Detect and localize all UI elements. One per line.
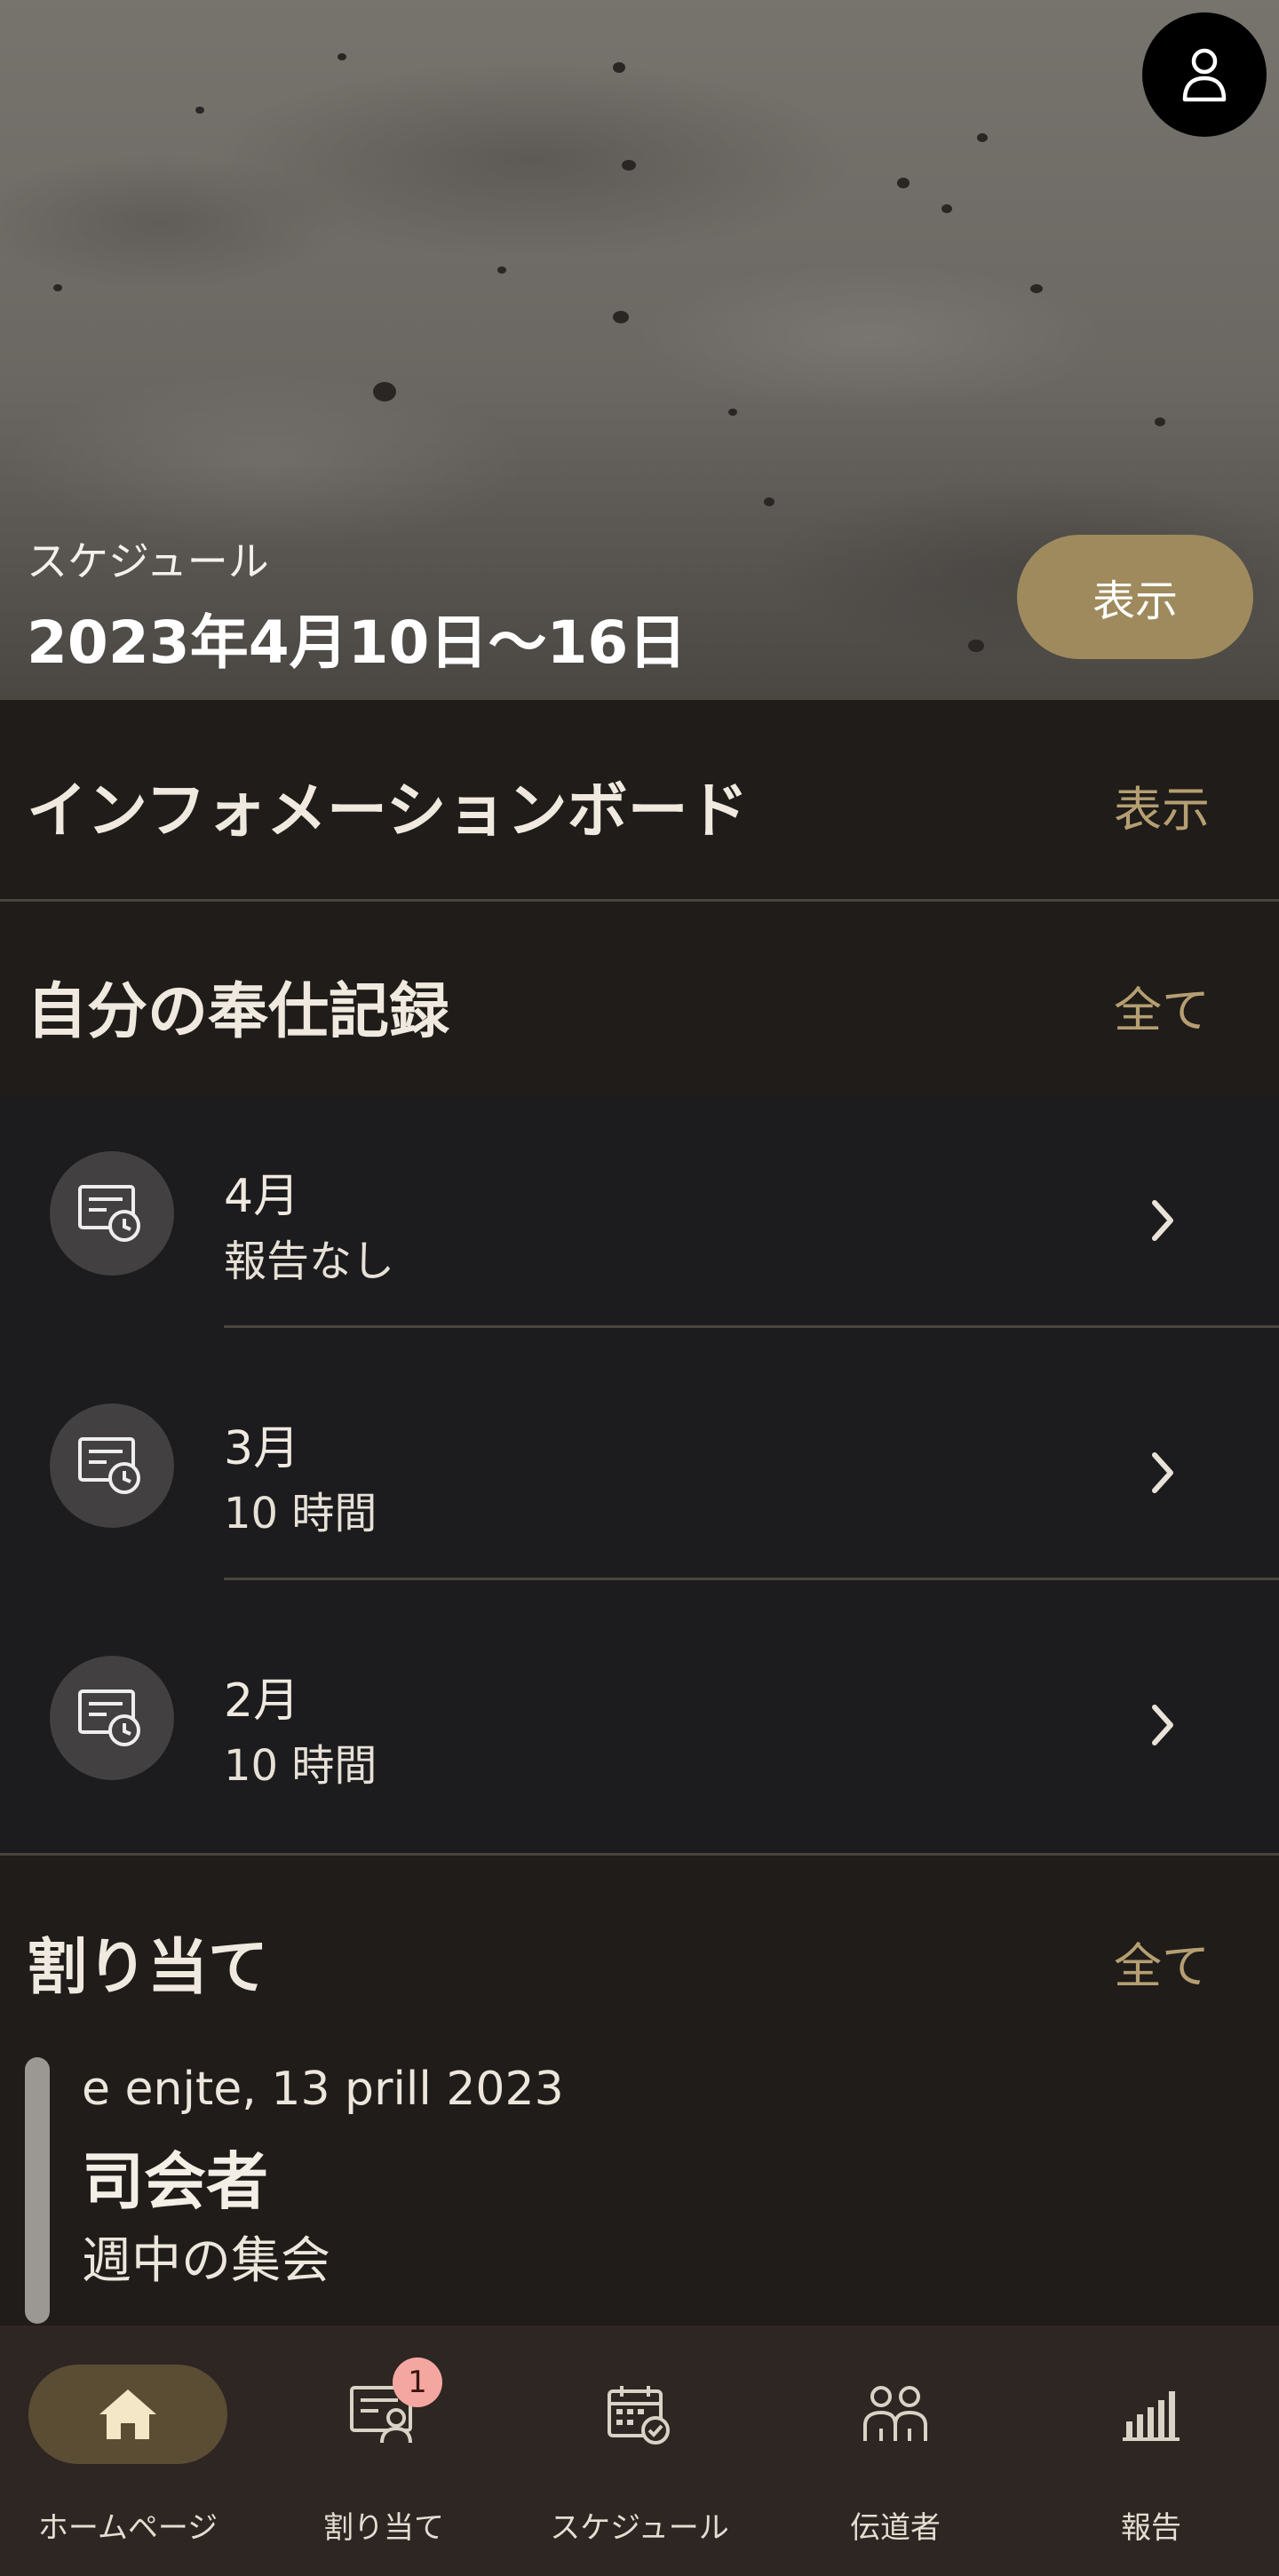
people-icon xyxy=(863,2386,927,2441)
schedule-date-range: 2023年4月10日〜16日 xyxy=(27,608,687,677)
record-status: 報告なし xyxy=(224,1236,395,1286)
assignment-indicator-bar xyxy=(25,2057,50,2324)
chevron-right-icon xyxy=(1152,1705,1173,1745)
info-board-section: インフォメーションボード 表示 xyxy=(0,744,1279,865)
service-records-title: 自分の奉仕記録 xyxy=(27,976,450,1047)
service-record-item-february[interactable]: 2月 10 時間 xyxy=(0,1601,1279,1853)
assignment-role: 司会者 xyxy=(82,2145,268,2218)
home-icon xyxy=(99,2389,156,2439)
assignments-all-link[interactable]: 全て xyxy=(1114,1927,1210,1997)
calendar-icon xyxy=(608,2386,670,2445)
nav-item-publishers[interactable]: 伝道者 xyxy=(767,2326,1023,2576)
chevron-right-icon xyxy=(1152,1200,1173,1241)
bottom-navigation: ホームページ 1 割り当て スケジュール 伝道者 報告 xyxy=(0,2326,1279,2576)
section-divider xyxy=(0,1853,1279,1856)
nav-item-home[interactable]: ホームページ xyxy=(0,2326,256,2576)
nav-label: スケジュール xyxy=(550,2510,729,2546)
report-clock-icon xyxy=(50,1403,174,1528)
report-clock-icon xyxy=(50,1656,174,1780)
record-month: 2月 xyxy=(224,1674,300,1728)
record-month: 4月 xyxy=(224,1170,300,1223)
service-record-item-april[interactable]: 4月 報告なし xyxy=(0,1096,1279,1348)
info-board-view-link[interactable]: 表示 xyxy=(1114,770,1210,840)
record-status: 10 時間 xyxy=(224,1489,377,1538)
assignments-header: 割り当て 全て xyxy=(0,1901,1279,2022)
nav-item-assignments[interactable]: 1 割り当て xyxy=(256,2326,512,2576)
record-status: 10 時間 xyxy=(224,1741,377,1791)
info-board-title: インフォメーションボード xyxy=(27,775,749,847)
assignment-meeting: 週中の集会 xyxy=(82,2232,330,2290)
service-records-header: 自分の奉仕記録 全て xyxy=(0,945,1279,1066)
profile-button[interactable] xyxy=(1142,12,1267,137)
nav-label: 伝道者 xyxy=(850,2510,941,2546)
schedule-label: スケジュール xyxy=(27,537,269,585)
nav-active-indicator xyxy=(28,2365,227,2464)
nav-label: 報告 xyxy=(1121,2510,1181,2546)
nav-label: 割り当て xyxy=(323,2510,444,2546)
notification-badge: 1 xyxy=(393,2357,442,2407)
service-records-list: 4月 報告なし 3月 10 時間 2月 10 時間 xyxy=(0,1096,1279,1853)
row-divider xyxy=(224,1578,1279,1580)
nav-label: ホームページ xyxy=(37,2510,218,2546)
service-record-item-march[interactable]: 3月 10 時間 xyxy=(0,1348,1279,1601)
nav-item-schedule[interactable]: スケジュール xyxy=(512,2326,767,2576)
row-divider xyxy=(224,1325,1279,1328)
report-clock-icon xyxy=(50,1151,174,1276)
assignments-title: 割り当て xyxy=(27,1932,269,2003)
nav-item-reports[interactable]: 報告 xyxy=(1023,2326,1279,2576)
schedule-hero: スケジュール 2023年4月10日〜16日 表示 xyxy=(0,0,1279,700)
bar-chart-icon xyxy=(1123,2391,1180,2441)
user-icon xyxy=(1182,48,1227,102)
service-records-all-link[interactable]: 全て xyxy=(1114,971,1210,1041)
chevron-right-icon xyxy=(1152,1452,1173,1493)
section-divider xyxy=(0,899,1279,902)
assignment-date: e enjte, 13 prill 2023 xyxy=(82,2063,564,2116)
record-month: 3月 xyxy=(224,1422,300,1475)
schedule-view-button[interactable]: 表示 xyxy=(1017,535,1253,659)
